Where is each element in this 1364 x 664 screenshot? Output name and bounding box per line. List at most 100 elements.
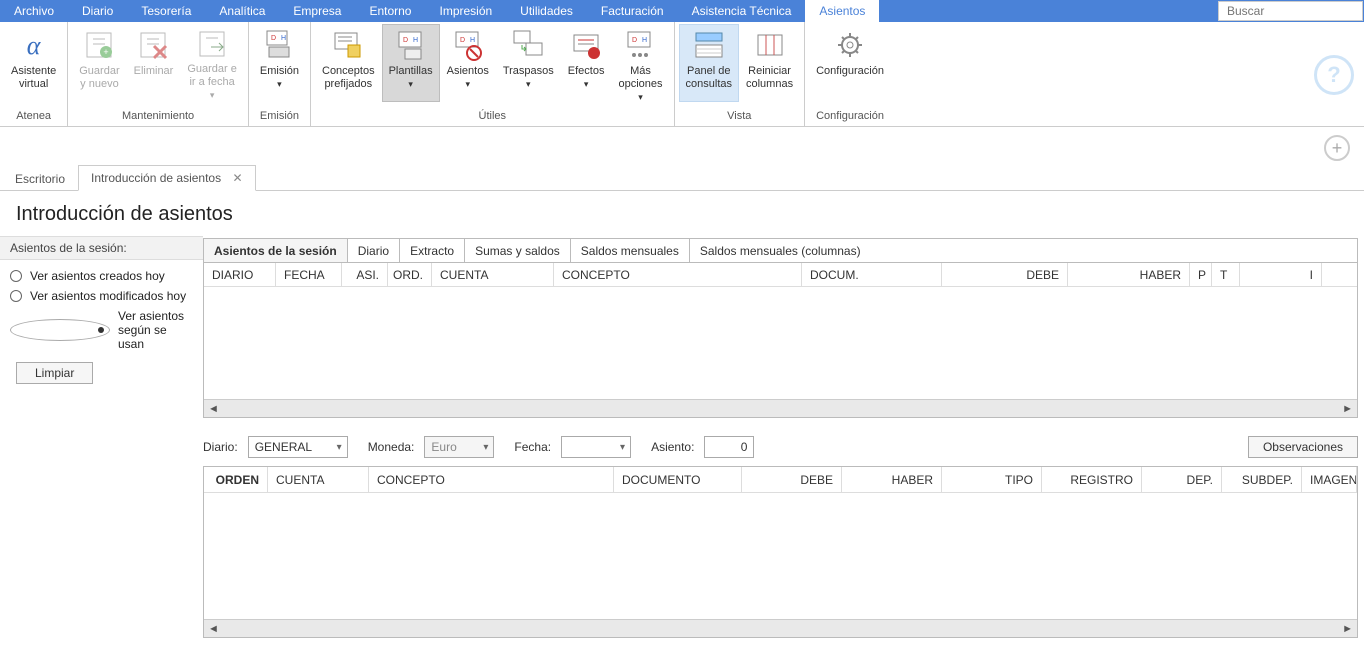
radio-as-used[interactable]: Ver asientos según se usan (10, 306, 193, 354)
observaciones-button[interactable]: Observaciones (1248, 436, 1358, 458)
add-tab-icon[interactable]: + (1324, 135, 1350, 161)
grid-body[interactable] (204, 287, 1357, 399)
column-header[interactable]: HABER (842, 467, 942, 492)
grid-body[interactable] (204, 493, 1357, 619)
scroll-right-icon[interactable]: ► (1342, 403, 1353, 415)
plantillas-icon: DH (395, 29, 427, 61)
qtab-asientos-sesion[interactable]: Asientos de la sesión (204, 239, 348, 262)
ribbon-group-config: Configuración Configuración (805, 22, 895, 126)
close-icon[interactable]: ✕ (232, 171, 242, 185)
asientos-button[interactable]: DH Asientos▾ (440, 24, 496, 102)
asiento-input[interactable]: 0 (704, 436, 754, 458)
fecha-input[interactable] (561, 436, 631, 458)
plantillas-button[interactable]: DH Plantillas▾ (382, 24, 440, 102)
reiniciar-columnas-button[interactable]: Reiniciarcolumnas (739, 24, 800, 102)
column-header[interactable]: HABER (1068, 263, 1190, 286)
menu-facturacion[interactable]: Facturación (587, 0, 678, 22)
help-icon[interactable]: ? (1314, 55, 1354, 95)
column-header[interactable]: CUENTA (432, 263, 554, 286)
column-header[interactable]: DOCUMENTO (614, 467, 742, 492)
moneda-select[interactable]: Euro (424, 436, 494, 458)
qtab-sumas[interactable]: Sumas y saldos (465, 239, 571, 262)
guardar-nuevo-button[interactable]: + Guardary nuevo (72, 24, 126, 102)
column-header[interactable]: ORD. (388, 263, 432, 286)
menu-impresion[interactable]: Impresión (425, 0, 506, 22)
scroll-right-icon[interactable]: ► (1342, 623, 1353, 635)
menu-entorno[interactable]: Entorno (355, 0, 425, 22)
column-header[interactable]: DEBE (942, 263, 1068, 286)
column-header[interactable]: P (1190, 263, 1212, 286)
tab-escritorio[interactable]: Escritorio (2, 166, 78, 191)
page-title: Introducción de asientos (0, 191, 1364, 236)
column-header[interactable]: FECHA (276, 263, 342, 286)
column-header[interactable]: DEP. (1142, 467, 1222, 492)
ribbon-caption: Atenea (4, 108, 63, 126)
column-header[interactable]: I (1240, 263, 1322, 286)
search-box[interactable] (1218, 1, 1363, 21)
qtab-saldos[interactable]: Saldos mensuales (571, 239, 690, 262)
column-header[interactable]: DIARIO (204, 263, 276, 286)
configuracion-button[interactable]: Configuración (809, 24, 891, 102)
diario-select[interactable]: GENERAL (248, 436, 348, 458)
column-header[interactable]: ASI. (342, 263, 388, 286)
menu-diario[interactable]: Diario (68, 0, 127, 22)
qtab-saldos-col[interactable]: Saldos mensuales (columnas) (690, 239, 871, 262)
column-header[interactable]: DOCUM. (802, 263, 942, 286)
h-scrollbar[interactable]: ◄ ► (204, 619, 1357, 637)
scroll-left-icon[interactable]: ◄ (208, 403, 219, 415)
column-header[interactable]: TIPO (942, 467, 1042, 492)
radio-icon (10, 319, 110, 341)
qtab-extracto[interactable]: Extracto (400, 239, 465, 262)
tab-label: Introducción de asientos (91, 171, 221, 185)
efectos-button[interactable]: Efectos▾ (561, 24, 612, 102)
menu-analitica[interactable]: Analítica (205, 0, 279, 22)
alpha-icon: α (18, 29, 50, 61)
radio-modified-today[interactable]: Ver asientos modificados hoy (10, 286, 193, 306)
menu-asientos[interactable]: Asientos (805, 0, 879, 22)
emision-button[interactable]: DH Emisión▾ (253, 24, 306, 102)
diario-label: Diario: (203, 440, 238, 454)
efectos-icon (570, 29, 602, 61)
save-goto-icon (196, 29, 228, 59)
delete-icon (137, 29, 169, 61)
qtab-diario[interactable]: Diario (348, 239, 400, 262)
conceptos-button[interactable]: Conceptosprefijados (315, 24, 382, 102)
svg-text:D: D (632, 37, 637, 44)
ribbon-group-utiles: Conceptosprefijados DH Plantillas▾ DH As… (311, 22, 675, 126)
column-header[interactable]: CONCEPTO (554, 263, 802, 286)
save-new-icon: + (83, 29, 115, 61)
svg-text:H: H (642, 37, 647, 44)
radio-created-today[interactable]: Ver asientos creados hoy (10, 266, 193, 286)
column-header[interactable]: CUENTA (268, 467, 369, 492)
search-input[interactable] (1225, 3, 1356, 19)
menu-tesoreria[interactable]: Tesorería (127, 0, 205, 22)
panel-consultas-button[interactable]: Panel deconsultas (679, 24, 739, 102)
query-tabs: Asientos de la sesión Diario Extracto Su… (203, 238, 1358, 262)
menu-asistencia[interactable]: Asistencia Técnica (678, 0, 806, 22)
scroll-left-icon[interactable]: ◄ (208, 623, 219, 635)
ribbon-caption: Vista (679, 108, 801, 126)
svg-text:D: D (460, 37, 465, 44)
menu-empresa[interactable]: Empresa (279, 0, 355, 22)
column-header[interactable]: REGISTRO (1042, 467, 1142, 492)
h-scrollbar[interactable]: ◄ ► (204, 399, 1357, 417)
limpiar-button[interactable]: Limpiar (16, 362, 93, 384)
column-header[interactable]: SUBDEP. (1222, 467, 1302, 492)
tab-introduccion-asientos[interactable]: Introducción de asientos ✕ (78, 165, 256, 191)
menu-archivo[interactable]: Archivo (0, 0, 68, 22)
guardar-ir-fecha-button[interactable]: Guardar eir a fecha▾ (180, 24, 244, 102)
traspasos-button[interactable]: Traspasos▾ (496, 24, 561, 102)
column-header[interactable]: ORDEN (204, 467, 268, 492)
column-header[interactable]: IMAGEN (1302, 467, 1357, 492)
document-tabs: Escritorio Introducción de asientos ✕ (0, 163, 1364, 191)
menu-utilidades[interactable]: Utilidades (506, 0, 587, 22)
column-header[interactable]: CONCEPTO (369, 467, 614, 492)
radio-label: Ver asientos según se usan (118, 309, 193, 351)
asistente-virtual-button[interactable]: α Asistentevirtual (4, 24, 63, 102)
svg-text:H: H (470, 37, 475, 44)
mas-opciones-button[interactable]: DH Másopciones▾ (611, 24, 669, 102)
panel-icon (693, 29, 725, 61)
column-header[interactable]: T (1212, 263, 1240, 286)
column-header[interactable]: DEBE (742, 467, 842, 492)
eliminar-button[interactable]: Eliminar (127, 24, 181, 102)
